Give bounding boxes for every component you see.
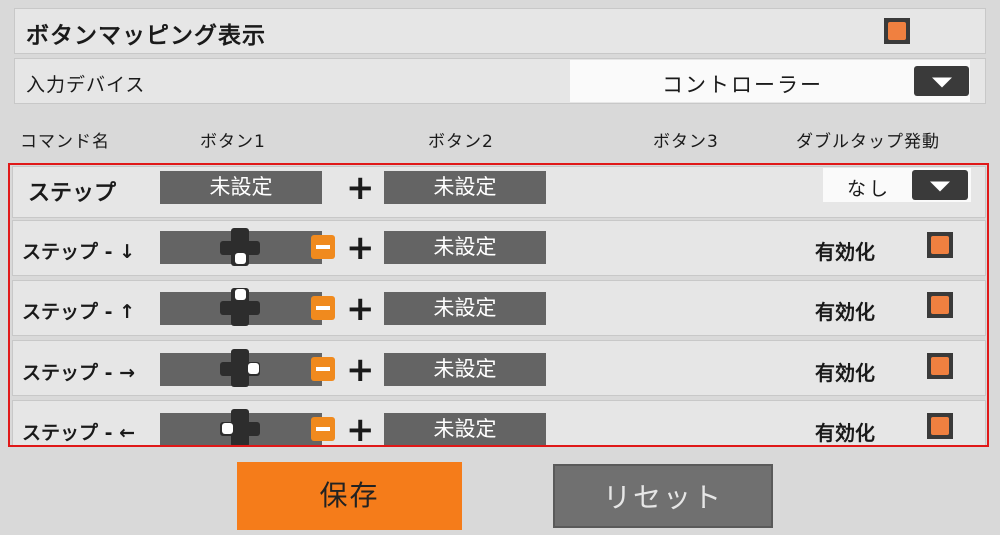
input-device-dropdown[interactable]: コントローラー [570,60,970,102]
input-device-value: コントローラー [662,73,823,97]
remove-button1-button[interactable] [311,357,335,381]
remove-button1-button[interactable] [311,417,335,441]
button1-slot[interactable] [160,409,322,447]
button-mapping-checkbox[interactable] [884,18,910,44]
enable-label: 有効化 [815,361,875,385]
input-device-label: 入力デバイス [26,74,146,96]
plus-icon: + [346,289,375,329]
enable-label: 有効化 [815,240,875,264]
double-tap-dropdown-button[interactable] [912,170,968,200]
minus-icon [316,427,330,431]
dpad-direction-right [248,363,259,374]
button1-slot[interactable]: 未設定 [160,171,322,204]
header-double-tap: ダブルタップ発動 [796,132,940,152]
remove-button1-button[interactable] [311,235,335,259]
button2-slot[interactable]: 未設定 [384,171,546,204]
button1-slot[interactable] [160,288,322,326]
minus-icon [316,306,330,310]
button2-slot[interactable]: 未設定 [384,413,546,446]
button2-slot[interactable]: 未設定 [384,231,546,264]
command-name: ステップ [28,181,117,206]
checkbox-checked-mark [931,296,949,314]
command-name: ステップ - ↑ [22,301,136,323]
checkbox-checked-mark [931,357,949,375]
enable-checkbox[interactable] [927,413,953,439]
enable-checkbox[interactable] [927,292,953,318]
dpad-direction-left [222,423,233,434]
chevron-down-icon [931,77,952,88]
button1-slot[interactable] [160,349,322,387]
enable-label: 有効化 [815,300,875,324]
button-mapping-label: ボタンマッピング表示 [26,23,266,49]
header-command: コマンド名 [20,132,110,152]
checkbox-checked-mark [931,417,949,435]
dpad-direction-down [235,253,246,264]
chevron-down-icon [930,181,950,192]
plus-icon: + [346,168,375,208]
command-name: ステップ - → [22,362,136,384]
header-button3: ボタン3 [653,132,719,152]
plus-icon: + [346,228,375,268]
header-button1: ボタン1 [200,132,266,152]
enable-label: 有効化 [815,421,875,445]
remove-button1-button[interactable] [311,296,335,320]
dpad-icon-horizontal [220,301,260,315]
button2-slot[interactable]: 未設定 [384,353,546,386]
minus-icon [316,245,330,249]
header-button2: ボタン2 [428,132,494,152]
dpad-direction-up [235,289,246,300]
reset-button[interactable]: リセット [553,464,773,528]
enable-checkbox[interactable] [927,232,953,258]
minus-icon [316,367,330,371]
command-name: ステップ - ↓ [22,241,136,263]
input-device-dropdown-button[interactable] [914,66,969,96]
button2-slot[interactable]: 未設定 [384,292,546,325]
button1-slot[interactable] [160,228,322,266]
checkbox-checked-mark [931,236,949,254]
plus-icon: + [346,350,375,390]
save-button[interactable]: 保存 [237,462,462,530]
double-tap-value: なし [847,178,892,200]
enable-checkbox[interactable] [927,353,953,379]
plus-icon: + [346,410,375,450]
checkbox-checked-mark [888,22,906,40]
command-name: ステップ - ← [22,422,136,444]
